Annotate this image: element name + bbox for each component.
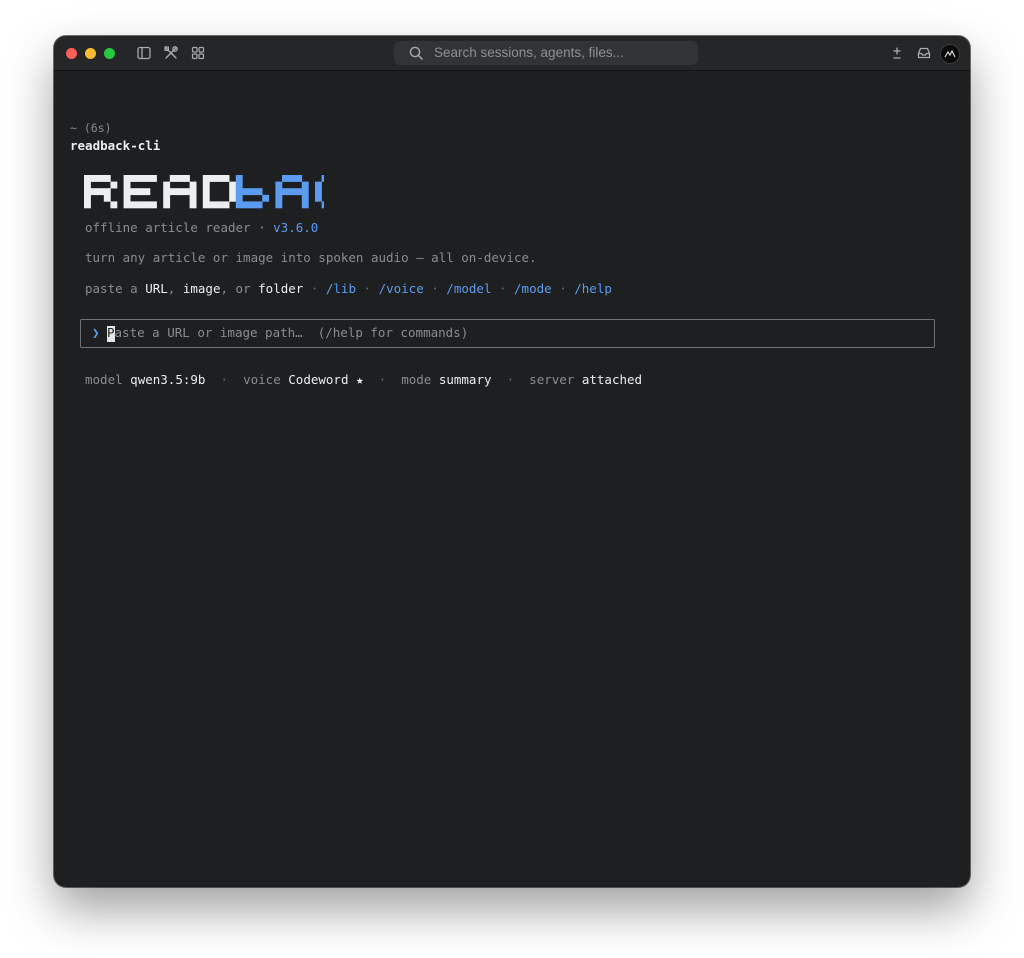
titlebar: Search sessions, agents, files... (54, 36, 970, 71)
sidebar-toggle-icon[interactable] (136, 45, 152, 61)
minimize-window-button[interactable] (85, 48, 96, 59)
prompt-line: ~ (6s) (70, 121, 112, 135)
command-lib[interactable]: /lib (326, 281, 356, 296)
hint-separator: · (423, 281, 447, 296)
close-window-button[interactable] (66, 48, 77, 59)
subtitle-separator: · (250, 220, 274, 235)
logo-letter-b (235, 175, 270, 209)
hint-separator: · (491, 281, 515, 296)
mode-label: mode (401, 372, 432, 387)
subtitle-line: offline article reader · v3.6.0 (85, 220, 318, 236)
avatar[interactable] (940, 44, 960, 64)
model-label: model (85, 372, 123, 387)
usage-hint-line: paste a URL, image, or folder · /lib · /… (85, 281, 612, 297)
mode-value: summary (438, 372, 492, 387)
hint-prefix: paste a (85, 281, 146, 296)
logo-letter-r (84, 175, 118, 209)
app-logo (84, 175, 324, 209)
subtitle-text: offline article reader (85, 220, 251, 235)
hint-separator: · (551, 281, 575, 296)
logo-letter-e (123, 175, 157, 209)
status-separator: · (378, 372, 387, 387)
hint-url: URL (145, 281, 168, 296)
hint-comma: , (167, 281, 183, 296)
terminal-window: Search sessions, agents, files... ~ (6s)… (54, 36, 970, 887)
server-value: attached (581, 372, 643, 387)
logo-letter-d (202, 175, 237, 209)
hint-separator: · (303, 281, 326, 296)
maximize-window-button[interactable] (104, 48, 115, 59)
voice-label: voice (243, 372, 281, 387)
hint-image: image (182, 281, 221, 296)
placeholder-rest: aste a URL or image path… (/help for com… (114, 325, 469, 340)
command-model[interactable]: /model (446, 281, 491, 296)
working-directory: readback-cli (70, 138, 161, 153)
search-icon (409, 46, 423, 60)
plus-minus-icon[interactable] (889, 45, 905, 61)
status-separator: · (506, 372, 515, 387)
model-value: qwen3.5:9b (130, 372, 206, 387)
tools-icon[interactable] (163, 45, 179, 61)
logo-letter-a (275, 175, 309, 209)
voice-value: Codeword ★ (288, 372, 364, 387)
status-separator: · (220, 372, 229, 387)
tagline: turn any article or image into spoken au… (85, 250, 537, 265)
server-label: server (529, 372, 575, 387)
terminal-content: ~ (6s) readback-cli offline article read… (54, 71, 970, 887)
url-input[interactable]: ❯ Paste a URL or image path… (/help for … (80, 319, 935, 348)
command-mode[interactable]: /mode (514, 281, 552, 296)
search-bar[interactable]: Search sessions, agents, files... (394, 41, 698, 65)
inbox-icon[interactable] (916, 45, 932, 61)
avatar-logo-icon (944, 49, 956, 58)
status-bar: model qwen3.5:9b · voice Codeword ★ · mo… (85, 372, 642, 388)
search-placeholder: Search sessions, agents, files... (434, 45, 624, 60)
version-label: v3.6.0 (273, 220, 319, 235)
grid-icon[interactable] (190, 45, 206, 61)
logo-letter-c (315, 175, 324, 209)
command-help[interactable]: /help (574, 281, 612, 296)
command-voice[interactable]: /voice (379, 281, 424, 296)
input-placeholder: Paste a URL or image path… (/help for co… (107, 325, 468, 340)
hint-folder: folder (258, 281, 304, 296)
prompt-chevron-icon: ❯ (92, 325, 100, 340)
hint-separator: · (355, 281, 379, 296)
placeholder-first-char: P (107, 325, 115, 340)
logo-letter-a (163, 175, 197, 209)
hint-or: , or (220, 281, 259, 296)
